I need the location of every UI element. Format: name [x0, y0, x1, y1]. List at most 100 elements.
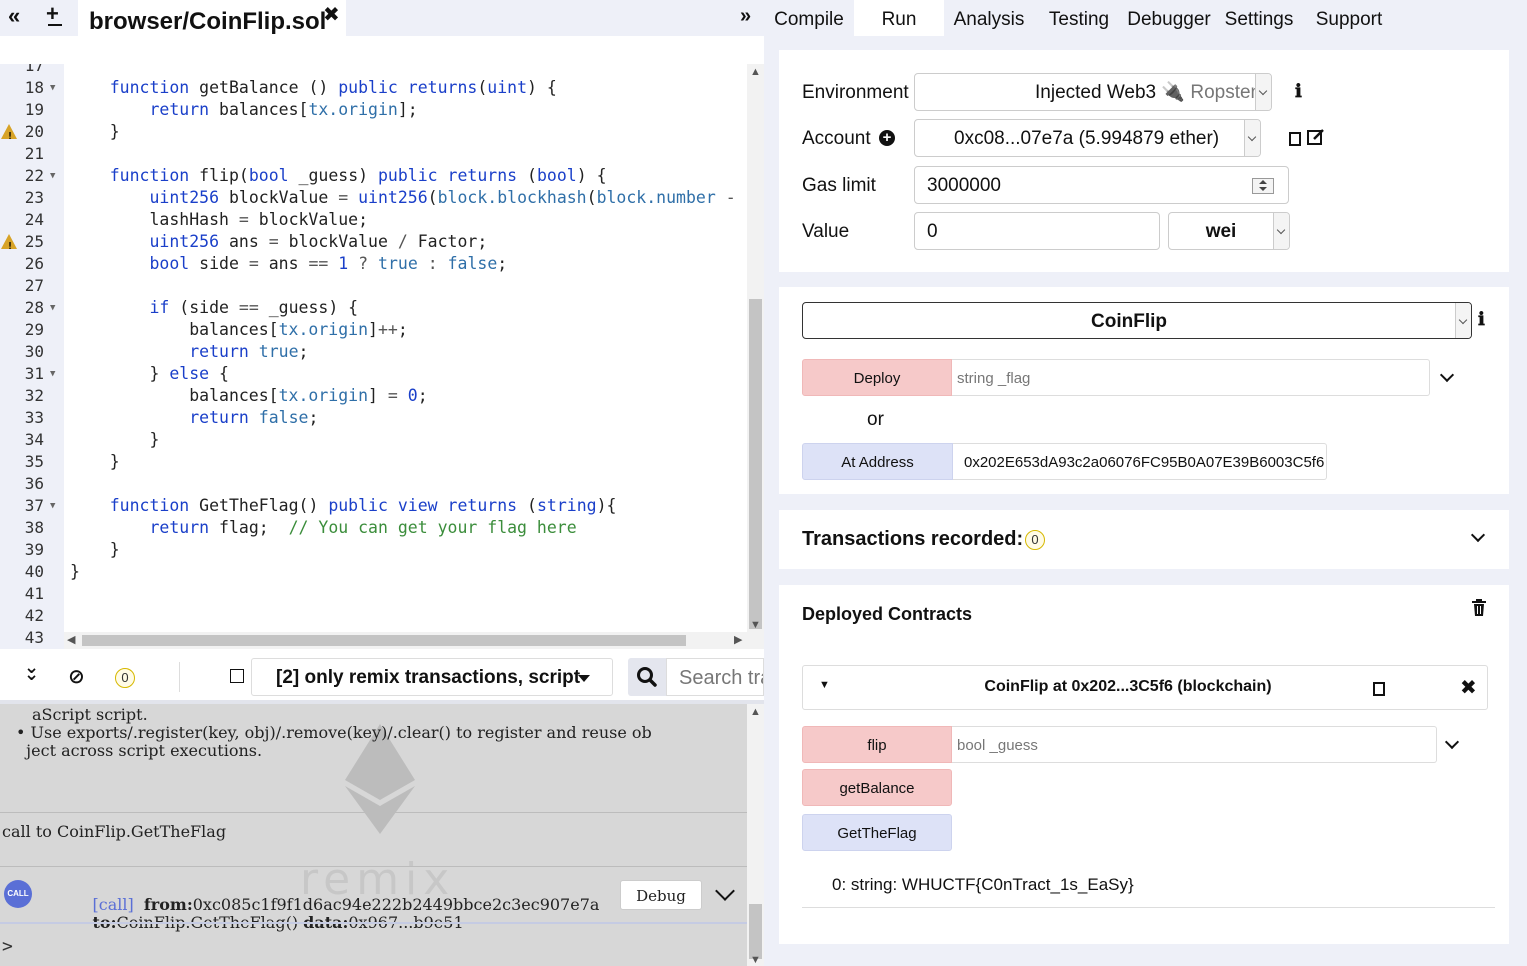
- code-editor[interactable]: 17 18 ▼ 19 2021 22 ▼ 23 24 2526 27 28 ▼ 29 30 31 ▼ 32 33 34…: [0, 64, 764, 649]
- gas-limit-stepper[interactable]: [1252, 178, 1274, 194]
- editor-horizontal-scroll-thumb[interactable]: [82, 635, 686, 646]
- line-number: 39: [0, 539, 64, 561]
- expand-panel-icon[interactable]: »: [740, 2, 751, 30]
- trash-icon[interactable]: [1471, 599, 1487, 617]
- add-account-icon[interactable]: +: [879, 130, 895, 146]
- code-token: 0: [407, 386, 418, 405]
- terminal-divider: [0, 812, 747, 813]
- editor-horizontal-scrollbar[interactable]: ◀ ▶: [64, 632, 747, 649]
- copy-address-icon[interactable]: [1285, 128, 1301, 146]
- debug-button[interactable]: Debug: [620, 880, 702, 910]
- line-number: 24: [0, 209, 64, 231]
- at-address-input[interactable]: 0x202E653dA93c2a06076FC95B0A07E39B6003C5…: [953, 443, 1327, 480]
- line-number-text: 29: [24, 320, 44, 339]
- line-number: 37 ▼: [0, 495, 64, 517]
- tab-testing[interactable]: Testing: [1034, 0, 1124, 36]
- code-token: public: [328, 496, 388, 515]
- code-token: -: [725, 188, 736, 207]
- flip-args-input[interactable]: bool _guess: [952, 726, 1437, 763]
- scroll-right-icon[interactable]: ▶: [734, 633, 742, 646]
- info-icon[interactable]: ℹ: [1478, 309, 1485, 330]
- tab-analysis[interactable]: Analysis: [944, 0, 1034, 36]
- get-balance-button[interactable]: getBalance: [802, 769, 952, 806]
- scroll-up-icon[interactable]: ▲: [750, 66, 761, 78]
- plug-icon: 🔌: [1161, 82, 1186, 103]
- terminal-search-button[interactable]: [628, 658, 666, 696]
- contract-instance-header[interactable]: ▼ CoinFlip at 0x202...3C5f6 (blockchain)…: [802, 665, 1488, 710]
- tab-support[interactable]: Support: [1304, 0, 1394, 36]
- info-icon[interactable]: ℹ: [1295, 81, 1302, 102]
- result-divider: [802, 907, 1495, 908]
- gas-limit-input[interactable]: 3000000: [914, 166, 1289, 204]
- listen-network-checkbox[interactable]: [230, 669, 244, 683]
- edit-icon[interactable]: [1307, 128, 1325, 146]
- terminal-scrollbar[interactable]: ▲ ▼: [747, 704, 764, 966]
- account-dropdown-button[interactable]: [1244, 120, 1260, 156]
- environment-dropdown-button[interactable]: [1255, 74, 1271, 110]
- get-the-flag-button[interactable]: GetTheFlag: [802, 814, 952, 851]
- scroll-left-icon[interactable]: ◀: [67, 633, 75, 646]
- code-token: // You can get your flag here: [288, 518, 577, 537]
- value-unit-select[interactable]: wei: [1168, 212, 1290, 250]
- contract-dropdown-button[interactable]: [1455, 303, 1471, 338]
- chevron-down-icon[interactable]: [1444, 734, 1460, 750]
- value-amount: 0: [927, 221, 938, 242]
- code-line: }: [70, 452, 120, 471]
- editor-vertical-scroll-thumb[interactable]: [749, 299, 762, 629]
- at-address-button[interactable]: At Address: [802, 443, 953, 480]
- chevron-down-icon[interactable]: [1470, 527, 1486, 543]
- close-tab-icon[interactable]: ✖: [323, 2, 340, 27]
- fold-icon[interactable]: ▼: [50, 77, 55, 99]
- contract-select[interactable]: CoinFlip: [802, 302, 1472, 339]
- terminal-search-input[interactable]: Search transactions: [666, 658, 764, 696]
- code-token: string: [536, 496, 597, 515]
- terminal-divider: [0, 866, 747, 867]
- terminal-filter-select[interactable]: [2] only remix transactions, script: [251, 658, 613, 696]
- line-number-text: 42: [24, 606, 44, 625]
- collapse-panel-icon[interactable]: «: [8, 2, 20, 30]
- chevron-down-icon[interactable]: [1439, 367, 1455, 383]
- line-number: 34: [0, 429, 64, 451]
- line-number-text: 37: [24, 496, 44, 515]
- code-token: ?: [358, 254, 369, 273]
- environment-select[interactable]: Injected Web3 🔌 Ropsten (3): [914, 73, 1272, 111]
- fold-icon[interactable]: ▼: [50, 297, 55, 319]
- terminal-scroll-thumb[interactable]: [749, 904, 762, 959]
- warning-icon[interactable]: [1, 124, 17, 148]
- code-token: view: [397, 496, 438, 515]
- line-number-text: 24: [24, 210, 44, 229]
- scroll-up-icon[interactable]: ▲: [750, 706, 761, 718]
- tab-run[interactable]: Run: [854, 0, 944, 36]
- terminal-prompt[interactable]: >: [2, 936, 13, 957]
- fold-icon[interactable]: ▼: [50, 165, 55, 187]
- deploy-button[interactable]: Deploy: [802, 359, 952, 396]
- deploy-args-input[interactable]: string _flag: [952, 359, 1430, 396]
- account-select[interactable]: 0xc08...07e7a (5.994879 ether): [914, 119, 1261, 157]
- tab-settings[interactable]: Settings: [1214, 0, 1304, 36]
- flip-button[interactable]: flip: [802, 726, 952, 763]
- value-unit-dropdown-button[interactable]: [1273, 213, 1289, 249]
- line-number-text: 36: [24, 474, 44, 493]
- scroll-down-icon[interactable]: ▼: [750, 954, 761, 966]
- code-line: }: [70, 430, 160, 449]
- fold-icon[interactable]: ▼: [50, 363, 55, 385]
- copy-address-icon[interactable]: [1369, 678, 1385, 696]
- file-tab-coinflip[interactable]: browser/CoinFlip.sol ✖: [78, 0, 346, 36]
- scroll-down-icon[interactable]: ▼: [750, 619, 761, 631]
- code-line: return balances[tx.origin];: [149, 100, 418, 119]
- value-input[interactable]: 0: [914, 212, 1160, 250]
- line-number: 30: [0, 341, 64, 363]
- line-number-text: 33: [24, 408, 44, 427]
- line-number: 35: [0, 451, 64, 473]
- close-instance-icon[interactable]: ✖: [1460, 675, 1477, 700]
- warning-icon[interactable]: [1, 234, 17, 258]
- clear-console-icon[interactable]: ⊘: [68, 664, 85, 689]
- tab-debugger[interactable]: Debugger: [1124, 0, 1214, 36]
- fold-icon[interactable]: ▼: [50, 495, 55, 517]
- editor-vertical-scrollbar[interactable]: ▲ ▼: [747, 64, 764, 649]
- line-number-text: 34: [24, 430, 44, 449]
- code-token: bool: [248, 166, 289, 185]
- chevron-down-icon[interactable]: [715, 881, 735, 901]
- transactions-recorded-card[interactable]: Transactions recorded: 0: [779, 510, 1509, 569]
- tab-compile[interactable]: Compile: [764, 0, 854, 36]
